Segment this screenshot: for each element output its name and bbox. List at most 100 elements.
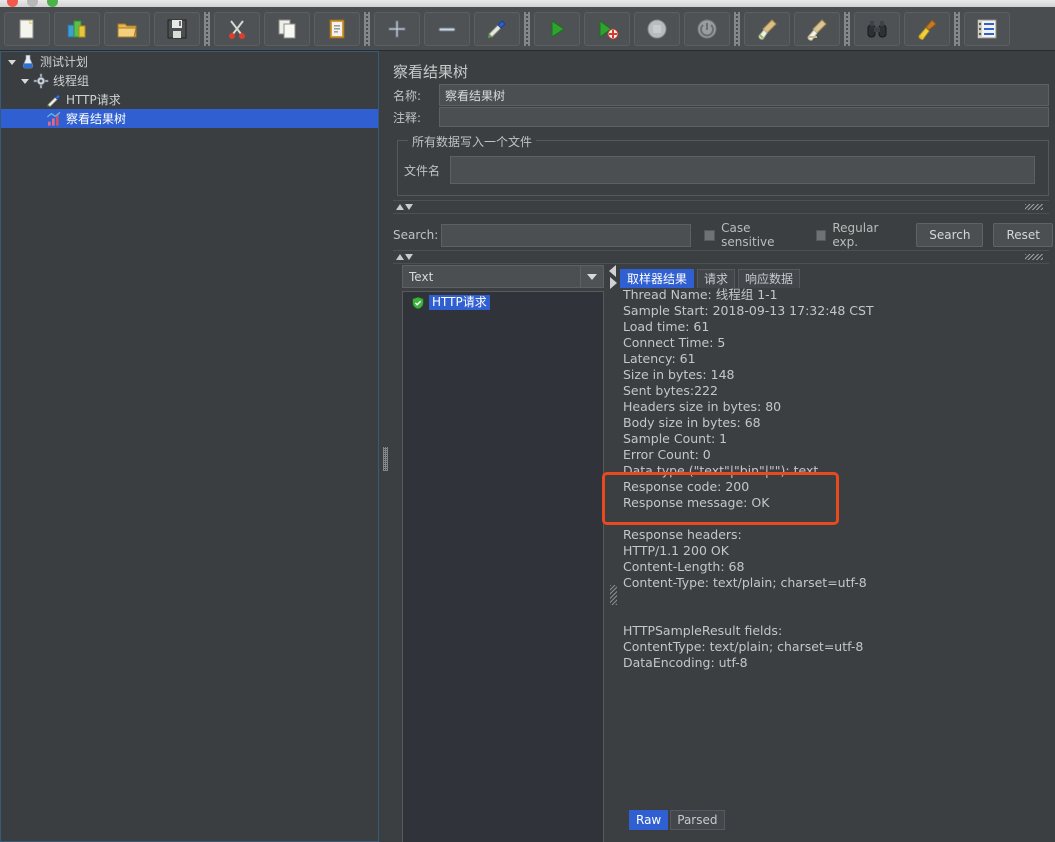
toolbar-button-clear[interactable] — [744, 11, 790, 46]
name-input[interactable] — [439, 84, 1049, 106]
write-to-file-group: 所有数据写入一个文件 文件名 — [397, 133, 1049, 196]
comment-label: 注释: — [393, 110, 422, 125]
sampler-result-line: HTTPSampleResult fields: — [623, 623, 783, 638]
toggle-pencil-icon — [485, 17, 509, 41]
view-mode-tabs[interactable]: Raw Parsed — [629, 810, 727, 830]
toolbar-button-expand-all[interactable] — [374, 11, 420, 46]
search-button[interactable]: Search — [916, 223, 984, 247]
twisty-placeholder — [33, 112, 46, 125]
pane-splitter-grip[interactable] — [383, 447, 388, 471]
new-file-icon — [15, 17, 39, 41]
result-tab-0[interactable]: 取样器结果 — [620, 269, 695, 288]
tree-node-2[interactable]: HTTP请求 — [1, 90, 378, 109]
http-request-pencil-icon — [46, 92, 63, 108]
reset-button[interactable]: Reset — [993, 223, 1053, 247]
collapse-grip-2 — [1025, 254, 1043, 260]
case-sensitive-checkbox[interactable] — [704, 229, 716, 241]
regular-exp-label: Regular exp. — [832, 221, 879, 249]
tree-node-1[interactable]: 线程组 — [1, 71, 378, 90]
view-mode-tab-raw[interactable]: Raw — [629, 810, 669, 830]
toolbar-button-stop[interactable] — [634, 11, 680, 46]
tree-node-label: 察看结果树 — [66, 112, 127, 126]
toolbar-button-copy[interactable] — [264, 11, 310, 46]
toolbar-button-cut[interactable] — [214, 11, 260, 46]
sampler-result-text: Thread Name: 线程组 1-1 Sample Start: 2018-0… — [623, 287, 1051, 671]
toolbar-button-search[interactable] — [854, 11, 900, 46]
minimize-window-button[interactable] — [27, 0, 38, 7]
toolbar-button-paste[interactable] — [314, 11, 360, 46]
play-no-pause-icon — [595, 17, 619, 41]
templates-icon — [65, 17, 89, 41]
play-green-icon — [545, 17, 569, 41]
detail-splitter[interactable] — [608, 265, 619, 842]
minus-icon — [435, 17, 459, 41]
filename-input[interactable] — [450, 156, 1035, 184]
toolbar-button-function-helper[interactable] — [964, 11, 1010, 46]
scissors-icon — [225, 17, 249, 41]
toolbar-button-new[interactable] — [4, 11, 50, 46]
binoculars-icon — [865, 17, 889, 41]
sampler-result-line: Content-Type: text/plain; charset=utf-8 — [623, 575, 867, 590]
plus-icon — [385, 17, 409, 41]
sampler-result-line-highlighted: Response code: 200 — [623, 479, 750, 494]
result-list-item-label: HTTP请求 — [429, 295, 490, 310]
view-mode-tab-parsed[interactable]: Parsed — [670, 810, 725, 830]
splitter-collapse-right-icon[interactable] — [610, 277, 617, 289]
search-input[interactable] — [441, 223, 692, 247]
filename-row: 文件名 — [404, 156, 1044, 184]
toolbar-separator — [954, 11, 960, 46]
toolbar-button-clear-all[interactable] — [794, 11, 840, 46]
comment-row: 注释: — [393, 107, 1053, 127]
shutdown-circle-icon — [695, 17, 719, 41]
sampler-result-line: Body size in bytes: 68 — [623, 415, 761, 430]
twisty-expand-icon[interactable] — [7, 55, 20, 68]
collapse-bar-bottom[interactable] — [393, 250, 1049, 264]
toolbar-button-toggle[interactable] — [474, 11, 520, 46]
tree-node-0[interactable]: 测试计划 — [1, 52, 378, 71]
chevron-down-icon[interactable] — [580, 266, 603, 287]
sampler-result-line: DataEncoding: utf-8 — [623, 655, 748, 670]
toolbar-button-collapse-all[interactable] — [424, 11, 470, 46]
result-tabs[interactable]: 取样器结果 请求 响应数据 — [620, 268, 803, 288]
splitter-collapse-left-icon[interactable] — [609, 265, 616, 277]
sampler-result-line: Thread Name: 线程组 1-1 — [623, 287, 778, 302]
green-shield-icon — [411, 296, 425, 310]
test-plan-tree[interactable]: 测试计划 线程组 HTTP请求 察看结果树 — [0, 51, 379, 842]
view-results-tree-panel: 察看结果树 名称: 注释: 所有数据写入一个文件 文件名 Search: Cas… — [391, 51, 1055, 842]
renderer-combo[interactable]: Text — [402, 265, 604, 288]
zoom-window-button[interactable] — [47, 0, 58, 7]
page-title: 察看结果树 — [393, 63, 469, 81]
sampler-result-line-highlighted: Data type ("text"|"bin"|""): text — [623, 463, 819, 478]
collapse-arrows-icon-2[interactable] — [396, 254, 413, 260]
comment-input[interactable] — [439, 107, 1049, 127]
toolbar-button-templates[interactable] — [54, 11, 100, 46]
sampler-result-line: Connect Time: 5 — [623, 335, 726, 350]
twisty-expand-icon[interactable] — [20, 74, 33, 87]
sampler-result-line: ContentType: text/plain; charset=utf-8 — [623, 639, 864, 654]
tree-node-3[interactable]: 察看结果树 — [1, 109, 378, 128]
detail-splitter-grip[interactable] — [610, 585, 617, 605]
close-window-button[interactable] — [7, 0, 18, 7]
case-sensitive-label: Case sensitive — [721, 221, 775, 249]
result-tab-2[interactable]: 响应数据 — [738, 269, 801, 288]
toolbar-button-open[interactable] — [104, 11, 150, 46]
toolbar-button-start-no-pauses[interactable] — [584, 11, 630, 46]
name-row: 名称: — [393, 84, 1053, 106]
result-tab-1[interactable]: 请求 — [697, 269, 736, 288]
collapse-grip — [1025, 204, 1043, 210]
toolbar-button-shutdown[interactable] — [684, 11, 730, 46]
toolbar-separator — [734, 11, 740, 46]
toolbar-button-reset-search[interactable] — [904, 11, 950, 46]
results-list[interactable]: HTTP请求 — [402, 291, 604, 842]
broom-clear-icon — [755, 17, 779, 41]
collapse-bar-top[interactable] — [393, 200, 1049, 214]
toolbar-separator — [364, 11, 370, 46]
result-list-item[interactable]: HTTP请求 — [403, 294, 603, 311]
save-disk-icon — [165, 17, 189, 41]
regular-exp-checkbox[interactable] — [815, 229, 827, 241]
collapse-arrows-icon[interactable] — [396, 204, 413, 210]
tree-node-label: HTTP请求 — [66, 93, 121, 107]
toolbar-button-save[interactable] — [154, 11, 200, 46]
sampler-result-line: Latency: 61 — [623, 351, 696, 366]
toolbar-button-start[interactable] — [534, 11, 580, 46]
